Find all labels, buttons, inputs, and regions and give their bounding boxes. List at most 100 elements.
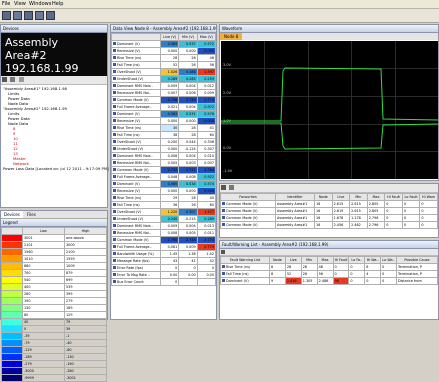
data-view-row[interactable]: OverShoot (V) 0.200 0.044 0.336	[111, 138, 216, 146]
warning-row[interactable]: Fall Time (ns) 8 52 26 56 0 0 4 0 Termination, P	[220, 270, 438, 278]
graph-icon[interactable]	[113, 77, 116, 80]
data-view-row[interactable]: Dominant (V) 0.562 0.531 0.576	[111, 110, 216, 118]
delete-icon[interactable]	[229, 185, 235, 190]
graph-icon[interactable]	[113, 168, 116, 171]
graph-icon[interactable]	[113, 112, 116, 115]
graph-icon[interactable]	[222, 272, 225, 275]
graph-icon[interactable]	[113, 49, 116, 52]
data-view-row[interactable]: Recessive RMS Noi.. 0.007 0.006 0.009	[111, 89, 216, 97]
graph-icon[interactable]	[113, 280, 116, 283]
graph-icon[interactable]	[113, 210, 116, 213]
data-view-row[interactable]: Bus Error Count 0	[111, 278, 216, 286]
graph-icon[interactable]	[113, 161, 116, 164]
tab-node-8[interactable]: Node 8	[220, 33, 243, 40]
graph-icon[interactable]	[113, 245, 116, 248]
warning-row[interactable]: Dominant (V) 9 2.416 1.305 2.486 96 0 0 0 Distanc…	[220, 277, 438, 285]
graph-icon[interactable]	[113, 63, 116, 66]
graph-icon[interactable]	[113, 273, 116, 276]
data-view-row[interactable]: Dominant RMS Nois.. 0.009 0.004 0.013	[111, 222, 216, 230]
data-view-row[interactable]: UnderShoot (V) 0.289 0.285 0.259	[111, 75, 216, 83]
graph-icon[interactable]	[113, 175, 116, 178]
favorite-row[interactable]: Common Mode (V) Assembly Area#1 16 2.615 2.6…	[220, 200, 438, 208]
graph-icon[interactable]	[113, 182, 116, 185]
data-view-row[interactable]: Rise Time (ns) 29 28 40	[111, 194, 216, 202]
graph-icon[interactable]	[113, 126, 116, 129]
graph-icon[interactable]	[222, 279, 225, 282]
refresh-icon[interactable]	[10, 77, 16, 82]
data-view-row[interactable]: Bandwidth Usage (%) 1.45 1.38 1.42	[111, 250, 216, 258]
data-view-row[interactable]: Rise Time (ns) 28 28 48	[111, 54, 216, 62]
menu-help[interactable]: Help	[52, 1, 63, 7]
data-view-row[interactable]: UnderShoot (V) 0.000 -0.124 0.307	[111, 145, 216, 153]
data-view-row[interactable]: Fall Time (ns) 38 28 60	[111, 131, 216, 139]
graph-icon[interactable]	[222, 216, 225, 219]
graph-icon[interactable]	[222, 202, 225, 205]
graph-icon[interactable]	[222, 223, 225, 226]
data-view-row[interactable]: OverShoot (V) 1.220 0.307 1.577	[111, 208, 216, 216]
data-view-row[interactable]: Dominant RMS Nois.. 0.009 0.004 0.012	[111, 82, 216, 90]
data-view-row[interactable]: Recessive (V) 0.000 0.000 0.000	[111, 187, 216, 195]
data-view-row[interactable]: Message Rate (fps) 43 41 42	[111, 257, 216, 265]
warning-row[interactable]: Rise Time (ns) 8 28 28 48 0 0 6 0 Termination, P	[220, 263, 438, 271]
favorite-row[interactable]: Common Mode (V) Assembly Area#1 16 2.619 2.6…	[220, 207, 438, 215]
data-view-row[interactable]: Recessive (V) 0.000 0.000 0.000	[111, 47, 216, 55]
print-icon[interactable]	[35, 11, 44, 20]
open-icon[interactable]	[13, 11, 22, 20]
graph-icon[interactable]	[113, 189, 116, 192]
graph-icon[interactable]	[113, 42, 116, 45]
data-view-row[interactable]: Rise Time (ns) 30 28 41	[111, 124, 216, 132]
graph-icon[interactable]	[113, 238, 116, 241]
graph-icon[interactable]	[113, 70, 116, 73]
graph-icon[interactable]	[113, 196, 116, 199]
graph-icon[interactable]	[113, 84, 116, 87]
new-icon[interactable]	[2, 11, 11, 20]
favorite-row[interactable]: Common Mode (V) Assembly Area#1 16 1.678 1.2…	[220, 214, 438, 222]
graph-icon[interactable]	[113, 252, 116, 255]
data-view-row[interactable]: Error Rate (fps) 0 0 0	[111, 264, 216, 272]
connect-icon[interactable]	[46, 11, 55, 20]
data-view-row[interactable]: Full Frame Average.. 0.081 0.009 0.779	[111, 243, 216, 251]
data-view-row[interactable]: Error To Msg Rate .. 0.00 0.00 0.00	[111, 271, 216, 279]
tab-files[interactable]: Files	[24, 211, 39, 218]
graph-icon[interactable]	[113, 217, 116, 220]
graph-icon[interactable]	[113, 98, 116, 101]
data-view-row[interactable]: Fall Time (ns) 52 26 56	[111, 61, 216, 69]
save-icon[interactable]	[24, 11, 33, 20]
save-icon[interactable]	[221, 185, 226, 190]
graph-icon[interactable]	[222, 265, 225, 268]
menu-windows[interactable]: Windows	[29, 1, 51, 7]
graph-icon[interactable]	[113, 105, 116, 108]
graph-icon[interactable]	[113, 119, 116, 122]
data-view-row[interactable]: Common Mode (V) 2.760 2.745 2.773	[111, 236, 216, 244]
graph-icon[interactable]	[113, 140, 116, 143]
data-view-row[interactable]: UnderShoot (V) 0.240 -0.215 0.289	[111, 215, 216, 223]
data-view-row[interactable]: Dominant RMS Nois.. 0.006 0.004 0.010	[111, 152, 216, 160]
graph-icon[interactable]	[113, 147, 116, 150]
graph-icon[interactable]	[113, 133, 116, 136]
graph-icon[interactable]	[113, 266, 116, 269]
data-view-row[interactable]: Full Frame Average.. 0.048 0.008 0.922	[111, 173, 216, 181]
data-view-row[interactable]: Fall Time (ns) 36 26 60	[111, 201, 216, 209]
wrench-icon[interactable]	[2, 77, 7, 82]
graph-icon[interactable]	[113, 231, 116, 234]
clear-icon[interactable]	[221, 250, 225, 254]
data-view-row[interactable]: Recessive RMS Noi.. 0.005 0.003 0.007	[111, 159, 216, 167]
data-view-row[interactable]: OverShoot (V) 1.026 0.388 1.597	[111, 68, 216, 76]
data-view-row[interactable]: Dominant (V) 0.569 0.537 0.572	[111, 40, 216, 48]
graph-icon[interactable]	[113, 259, 116, 262]
data-view-row[interactable]: Common Mode (V) 2.752 2.721 2.764	[111, 166, 216, 174]
settings-icon[interactable]	[18, 77, 24, 82]
data-view-row[interactable]: Full Frame Average.. 0.021 0.004 0.972	[111, 103, 216, 111]
tab-devices[interactable]: Devices	[1, 211, 23, 218]
menu-view[interactable]: View	[14, 1, 26, 7]
tree-item[interactable]: Power Loss Data [Located on: Jul 12 2011…	[3, 166, 109, 171]
graph-icon[interactable]	[113, 203, 116, 206]
data-view-row[interactable]: Common Mode (V) 2.756 2.750 2.770	[111, 96, 216, 104]
graph-icon[interactable]	[113, 91, 116, 94]
graph-icon[interactable]	[113, 224, 116, 227]
graph-icon[interactable]	[222, 209, 225, 212]
data-view-row[interactable]: Recessive RMS Noi.. 0.008 0.005 0.011	[111, 229, 216, 237]
menu-file[interactable]: File	[2, 1, 10, 7]
favorite-row[interactable]: Common Mode (V) Assembly Area#1 16 2.456 2.4…	[220, 221, 438, 229]
data-view-row[interactable]: Dominant (V) 0.565 0.534 0.574	[111, 180, 216, 188]
